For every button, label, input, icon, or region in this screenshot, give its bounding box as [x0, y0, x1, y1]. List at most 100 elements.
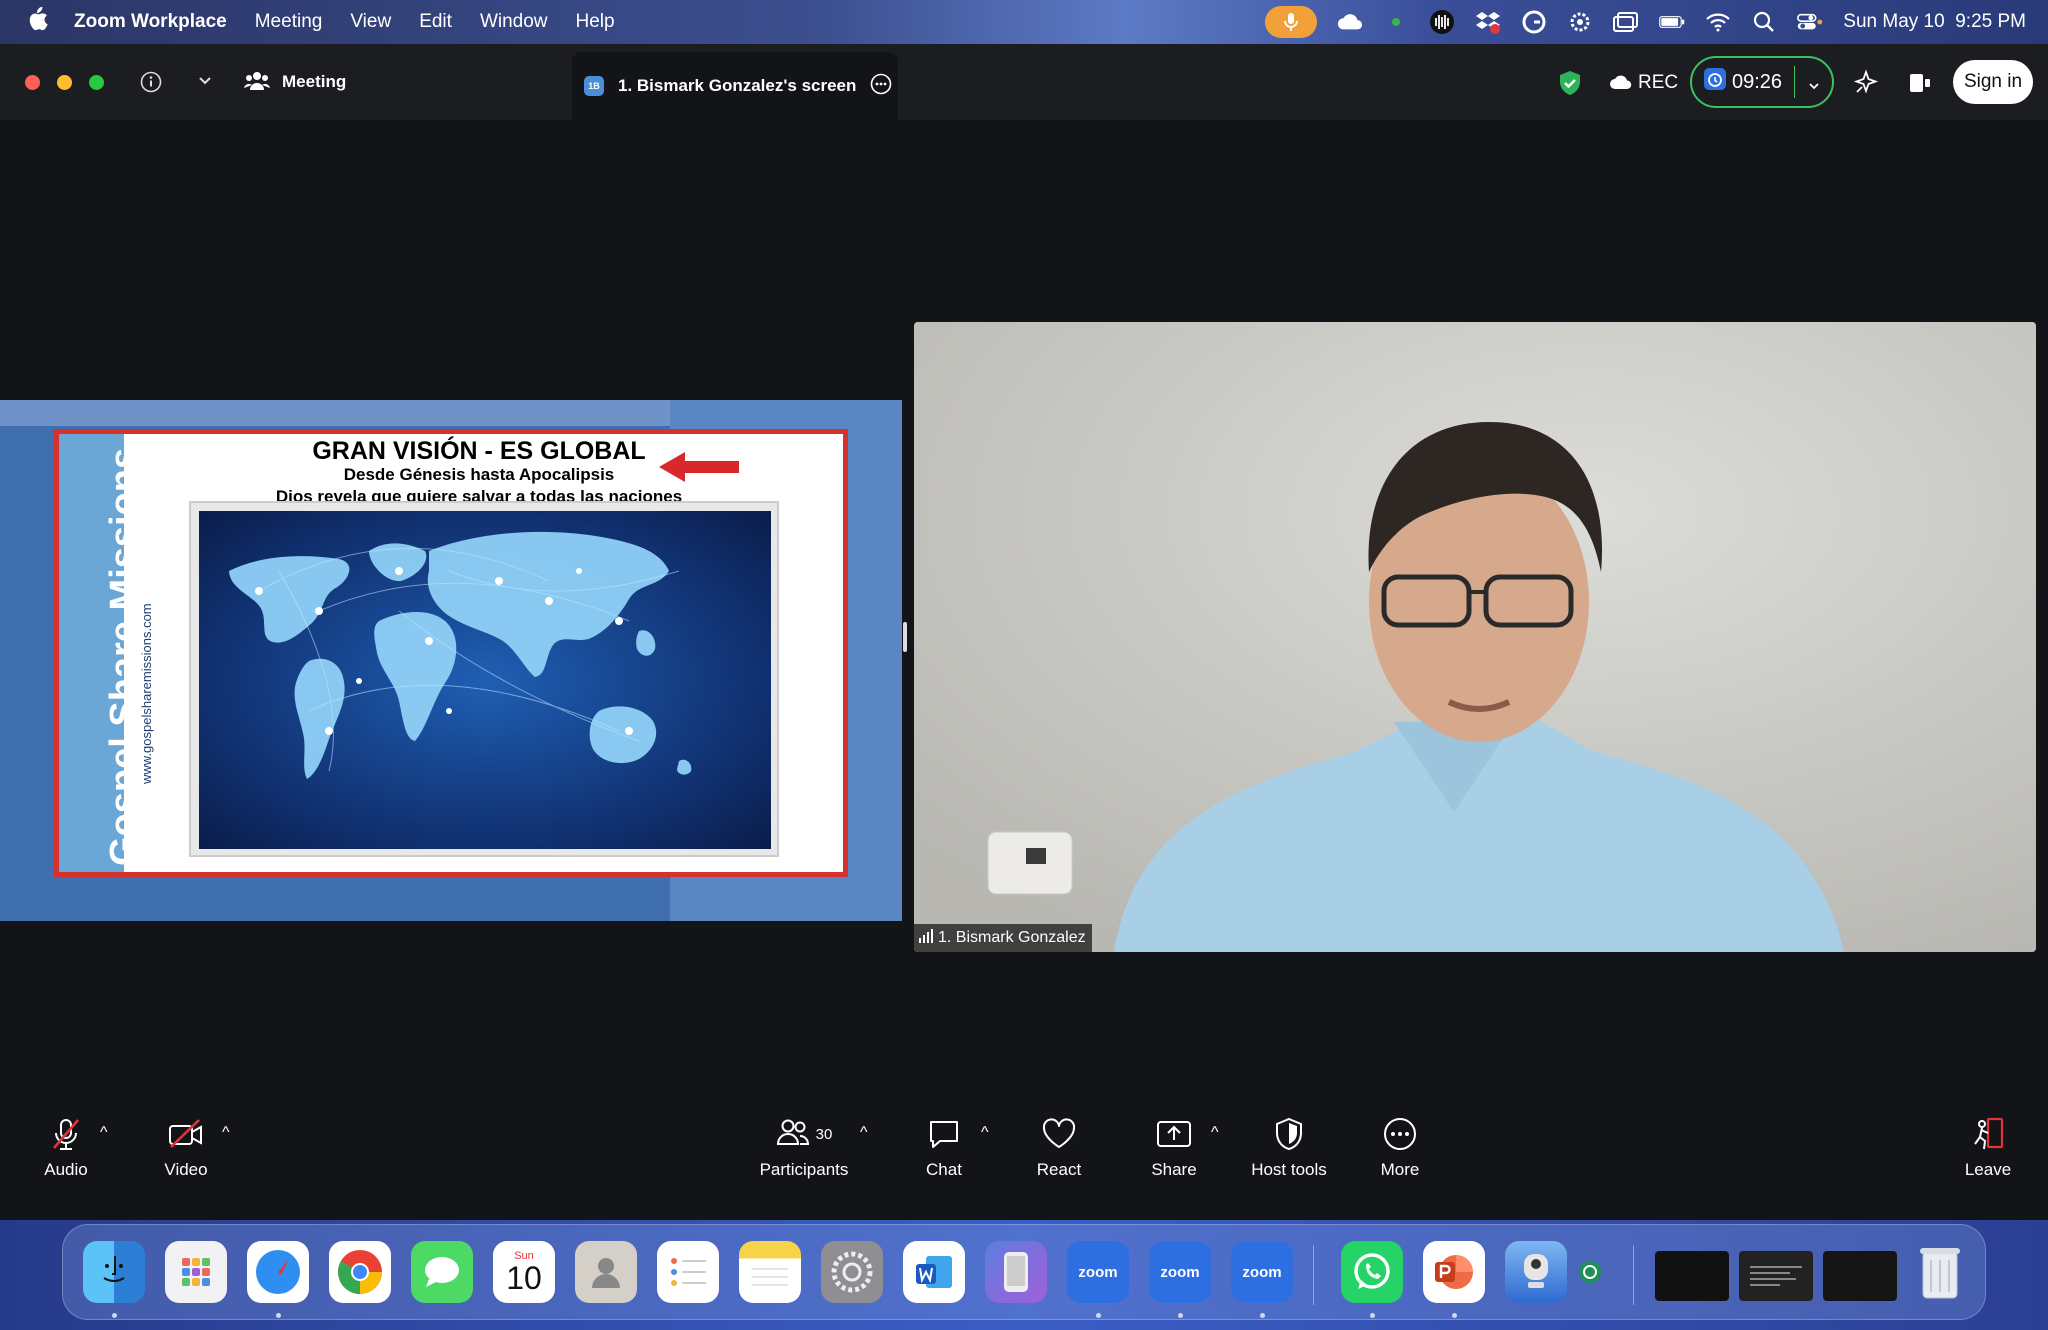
participants-count: 30	[815, 1125, 833, 1143]
participant-name: 1. Bismark Gonzalez	[938, 929, 1086, 946]
signal-strength-icon	[918, 928, 934, 948]
mic-in-use-icon[interactable]	[1265, 6, 1318, 38]
chevron-down-icon[interactable]	[1808, 74, 1820, 97]
search-icon[interactable]	[1751, 9, 1777, 35]
menu-meeting[interactable]: Meeting	[255, 11, 323, 33]
messages-icon[interactable]	[411, 1241, 473, 1303]
macos-dock-area: Sun 10 zoom zoom zoom	[0, 1220, 2048, 1330]
ai-companion-icon[interactable]	[1853, 68, 1879, 101]
cloud-record-icon	[1610, 74, 1632, 95]
audio-button[interactable]: Audio	[40, 1114, 92, 1180]
wifi-icon[interactable]	[1705, 9, 1731, 35]
webcam-app-icon[interactable]	[1505, 1241, 1567, 1303]
chat-label: Chat	[926, 1160, 962, 1179]
react-button[interactable]: React	[1031, 1114, 1087, 1180]
zoom-app-icon-3[interactable]: zoom	[1231, 1241, 1293, 1303]
launchpad-icon[interactable]	[165, 1241, 227, 1303]
muted-microphone-icon	[48, 1114, 84, 1154]
calendar-icon[interactable]: Sun 10	[493, 1241, 555, 1303]
minimized-window-whatsapp[interactable]	[1739, 1251, 1813, 1301]
system-settings-icon[interactable]	[821, 1241, 883, 1303]
cloud-icon[interactable]	[1337, 9, 1363, 35]
video-button[interactable]: Video	[160, 1114, 212, 1180]
menu-edit[interactable]: Edit	[419, 11, 452, 33]
minimized-window-zoom[interactable]	[1823, 1251, 1897, 1301]
audio-wave-icon[interactable]	[1429, 9, 1455, 35]
close-window-button[interactable]	[25, 75, 40, 90]
gear-icon[interactable]	[1567, 9, 1593, 35]
leave-button[interactable]: Leave	[1962, 1114, 2014, 1180]
zoom-window-button[interactable]	[89, 75, 104, 90]
more-dots-icon	[1382, 1114, 1418, 1154]
grammarly-icon[interactable]	[1521, 9, 1547, 35]
share-button[interactable]: Share	[1146, 1114, 1202, 1180]
participant-video-tile[interactable]: 1. Bismark Gonzalez	[914, 322, 2036, 952]
rec-label[interactable]: REC	[1638, 72, 1678, 94]
menu-help[interactable]: Help	[576, 11, 615, 33]
video-options-caret-icon[interactable]: ^	[222, 1124, 230, 1142]
contacts-icon[interactable]	[575, 1241, 637, 1303]
chat-button[interactable]: Chat	[916, 1114, 972, 1180]
finder-icon[interactable]	[83, 1241, 145, 1303]
microsoft-word-icon[interactable]	[903, 1241, 965, 1303]
zoom-app-label-3: zoom	[1242, 1263, 1282, 1281]
chrome-icon[interactable]	[329, 1241, 391, 1303]
zoom-app-icon-1[interactable]: zoom	[1067, 1241, 1129, 1303]
tab-shared-screen[interactable]: 1B 1. Bismark Gonzalez's screen	[572, 52, 898, 120]
chat-bubble-icon	[927, 1114, 961, 1154]
participants-options-caret-icon[interactable]: ^	[860, 1124, 868, 1142]
meeting-people-icon[interactable]	[244, 70, 270, 97]
participants-button[interactable]: 30 Participants	[756, 1114, 852, 1180]
sign-in-button[interactable]: Sign in	[1953, 60, 2033, 104]
chat-options-caret-icon[interactable]: ^	[981, 1124, 989, 1142]
trash-icon[interactable]	[1909, 1241, 1971, 1303]
map-frame	[189, 501, 779, 857]
leave-label: Leave	[1964, 1160, 2012, 1179]
meeting-label[interactable]: Meeting	[282, 72, 346, 92]
zoom-app-icon-2[interactable]: zoom	[1149, 1241, 1211, 1303]
battery-icon[interactable]	[1659, 9, 1685, 35]
zoom-app-label-2: zoom	[1160, 1263, 1200, 1281]
powerpoint-icon[interactable]	[1423, 1241, 1485, 1303]
video-label: Video	[164, 1160, 208, 1179]
notes-icon[interactable]	[739, 1241, 801, 1303]
meeting-controls-toolbar: Audio ^ Video ^ 30 Participants ^ Chat ^…	[0, 1094, 2048, 1220]
zoom-meeting-window: Meeting 1B 1. Bismark Gonzalez's screen …	[0, 44, 2048, 1220]
whatsapp-small-icon[interactable]	[1575, 1241, 1605, 1303]
menu-app-name[interactable]: Zoom Workplace	[74, 11, 227, 33]
more-button[interactable]: More	[1372, 1114, 1428, 1180]
layout-view-icon[interactable]	[1908, 72, 1932, 99]
host-tools-label: Host tools	[1251, 1160, 1327, 1179]
host-tools-button[interactable]: Host tools	[1247, 1114, 1331, 1180]
calendar-day: 10	[506, 1260, 542, 1296]
react-label: React	[1036, 1160, 1082, 1179]
audio-options-caret-icon[interactable]: ^	[100, 1124, 108, 1142]
timer-icon	[1704, 68, 1726, 96]
reminders-icon[interactable]	[657, 1241, 719, 1303]
minimized-window-safari[interactable]	[1655, 1251, 1729, 1301]
world-map-image	[199, 511, 771, 849]
more-options-icon[interactable]	[870, 73, 892, 100]
minimize-window-button[interactable]	[57, 75, 72, 90]
chevron-down-icon[interactable]	[197, 74, 213, 93]
video-off-icon	[167, 1114, 205, 1154]
resize-handle[interactable]	[903, 622, 907, 652]
info-icon[interactable]	[140, 71, 162, 98]
status-bar: Sun May 10 9:25 PM	[1265, 0, 2026, 44]
whatsapp-icon[interactable]	[1341, 1241, 1403, 1303]
menu-view[interactable]: View	[350, 11, 391, 33]
tab-title: 1. Bismark Gonzalez's screen	[618, 76, 857, 95]
apple-icon[interactable]	[22, 6, 52, 39]
red-arrow-icon	[659, 450, 741, 489]
share-options-caret-icon[interactable]: ^	[1211, 1124, 1219, 1142]
menu-window[interactable]: Window	[480, 11, 548, 33]
safari-icon[interactable]	[247, 1241, 309, 1303]
tab-badge: 1B	[584, 76, 604, 96]
screen-mirroring-icon[interactable]	[1613, 9, 1639, 35]
encryption-shield-icon[interactable]	[1558, 70, 1582, 101]
menu-clock[interactable]: Sun May 10 9:25 PM	[1843, 11, 2026, 33]
dropbox-icon[interactable]	[1475, 9, 1501, 35]
meeting-timer[interactable]: 09:26	[1690, 56, 1834, 108]
control-center-icon[interactable]	[1797, 9, 1823, 35]
simulator-icon[interactable]	[985, 1241, 1047, 1303]
